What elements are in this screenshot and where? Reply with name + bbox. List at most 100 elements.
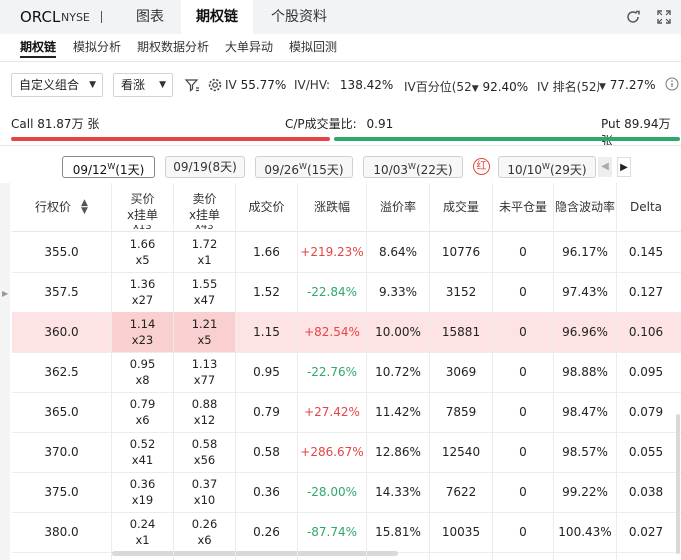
cell-ask-price: 0.37	[191, 477, 218, 491]
expiry-tab-0926[interactable]: 09/26W(15天)	[255, 156, 353, 178]
cell-ask-price: 1.55	[191, 277, 218, 291]
cell-bid[interactable]: 0.36 x19	[112, 472, 173, 512]
chevron-left-icon[interactable]: ◀	[598, 157, 612, 177]
vertical-scrollbar[interactable]	[676, 414, 680, 554]
cell-premium: 9.33%	[378, 285, 418, 299]
header-bid-label: 买价	[130, 192, 155, 206]
cell-implied-volatility: 100.43%	[558, 525, 612, 539]
iv-label: IV	[225, 78, 237, 92]
subtab-backtest[interactable]: 模拟回测	[289, 38, 337, 55]
header-premium[interactable]: 溢价率	[367, 183, 429, 231]
table-row[interactable]: 375.0 0.36 x19 0.37 x10 0.36 -28.00% 14.33% 7622…	[12, 472, 681, 513]
cell-bid-price: 0.36	[129, 477, 156, 491]
header-bid[interactable]: 买价 x挂单	[112, 183, 173, 231]
header-change[interactable]: 涨跌幅	[298, 183, 366, 231]
table-row[interactable]: 380.0 0.24 x1 0.26 x6 0.26 -87.74% 15.81% 10035 0…	[12, 512, 681, 553]
cell-ask[interactable]: 1.21 x5	[174, 312, 235, 352]
cell-ask[interactable]: 1.55 x47	[174, 272, 235, 312]
expiry-tab-0919[interactable]: 09/19(8天)	[165, 156, 245, 178]
expiry-tab-1010[interactable]: 10/10W(29天)	[498, 156, 596, 178]
direction-select-value: 看涨	[121, 78, 146, 92]
table-row[interactable]: 362.5 0.95 x8 1.13 x77 0.95 -22.76% 10.72% 3069 0…	[12, 352, 681, 393]
cell-change: +286.67%	[300, 445, 364, 459]
combo-select[interactable]: 自定义组合 ▼	[11, 73, 103, 97]
iv-percentile-stat[interactable]: IV百分位(52▼ 92.40%	[404, 78, 528, 95]
cell-ask[interactable]: 0.37 x10	[174, 472, 235, 512]
cell-strike: 355.0	[44, 245, 79, 259]
cell-bid[interactable]: 1.36 x27	[112, 272, 173, 312]
cell-ask[interactable]: 0.26 x6	[174, 512, 235, 552]
cell-delta: 0.127	[628, 285, 664, 299]
cell-bid[interactable]: 0.52 x41	[112, 432, 173, 472]
subtab-simulation[interactable]: 模拟分析	[73, 38, 121, 55]
cell-bid[interactable]: 1.66 x5	[112, 232, 173, 272]
ticker-symbol: ORCL	[20, 8, 61, 26]
table-row[interactable]: 365.0 0.79 x6 0.88 x12 0.79 +27.42% 11.42% 7859 0…	[12, 392, 681, 433]
cell-bid-price: 0.52	[129, 437, 156, 451]
cell-bid[interactable]: 1.14 x23	[112, 312, 173, 352]
column-divider	[429, 183, 430, 560]
cell-bid[interactable]: 0.24 x1	[112, 512, 173, 552]
sort-icon[interactable]: ▲ ▼	[81, 199, 88, 216]
direction-select[interactable]: 看涨 ▼	[113, 73, 173, 97]
cell-volume: 7622	[445, 485, 477, 499]
cell-bid-size: x27	[131, 293, 154, 307]
partial-bid-size: x13	[133, 225, 152, 231]
chevron-right-icon[interactable]: ▶	[617, 157, 631, 177]
put-volume-label: Put 89.94万 张	[601, 117, 671, 148]
cell-change: -28.00%	[306, 485, 358, 499]
header-delta[interactable]: Delta	[617, 183, 675, 231]
refresh-icon[interactable]	[625, 9, 641, 28]
cell-volume: 3152	[445, 285, 477, 299]
cell-bid[interactable]: 0.79 x6	[112, 392, 173, 432]
cell-delta: 0.106	[628, 325, 664, 339]
cell-bid-size: x1	[135, 533, 150, 547]
earnings-badge[interactable]: 红	[473, 158, 490, 175]
column-divider	[173, 183, 174, 560]
settings-gear-icon[interactable]	[207, 77, 223, 97]
subtab-option-chain[interactable]: 期权链	[20, 38, 56, 55]
tab-company-profile[interactable]: 个股资料	[253, 0, 345, 34]
table-row[interactable]: 357.5 1.36 x27 1.55 x47 1.52 -22.84% 9.33% 3152 0…	[12, 272, 681, 313]
cell-ask-price: 1.72	[191, 237, 218, 251]
cell-bid-size: x41	[131, 453, 154, 467]
cell-ask[interactable]: 1.13 x77	[174, 352, 235, 392]
expiry-days: (1天)	[115, 163, 145, 177]
header-volume[interactable]: 成交量	[430, 183, 492, 231]
cell-ask-price: 0.26	[191, 517, 218, 531]
iv-percentile-value: 92.40%	[482, 80, 529, 94]
filter-icon[interactable]	[184, 77, 200, 97]
cell-ask-size: x47	[193, 293, 216, 307]
expand-icon[interactable]	[656, 9, 672, 28]
cell-change: +219.23%	[300, 245, 364, 259]
header-ask[interactable]: 卖价 x挂单	[174, 183, 235, 231]
collapse-handle[interactable]: ▶	[0, 183, 10, 560]
tab-chart[interactable]: 图表	[119, 0, 181, 34]
cell-ask[interactable]: 0.88 x12	[174, 392, 235, 432]
info-icon[interactable]	[665, 77, 679, 95]
table-row[interactable]: 360.0 1.14 x23 1.21 x5 1.15 +82.54% 10.00% 15881…	[12, 312, 681, 353]
chevron-down-icon: ▼	[89, 80, 96, 90]
expiry-tab-0912[interactable]: 09/12W(1天)	[62, 156, 155, 178]
cell-ask-price: 0.58	[191, 437, 218, 451]
cell-bid[interactable]: 0.95 x8	[112, 352, 173, 392]
subtab-unusual-activity[interactable]: 大单异动	[225, 38, 273, 55]
expiry-tab-1003[interactable]: 10/03W(22天)	[363, 156, 463, 178]
table-row[interactable]: 355.0 1.66 x5 1.72 x1 1.66 +219.23% 8.64% 10776 0…	[12, 232, 681, 273]
put-volume-bar	[334, 137, 680, 141]
cell-volume: 10035	[441, 525, 481, 539]
cell-ask[interactable]: 0.58 x56	[174, 432, 235, 472]
horizontal-scrollbar[interactable]	[112, 551, 398, 556]
cell-open-interest: 0	[519, 525, 527, 539]
subtab-option-data-analysis[interactable]: 期权数据分析	[137, 38, 209, 55]
iv-rank-stat[interactable]: IV 排名(52周▼ 77.27%	[537, 78, 661, 95]
ivhv-value: 138.42%	[339, 78, 394, 92]
header-last[interactable]: 成交价	[236, 183, 297, 231]
cell-ask[interactable]: 1.72 x1	[174, 232, 235, 272]
header-strike[interactable]: 行权价 ▲ ▼	[12, 183, 111, 231]
header-implied-volatility[interactable]: 隐含波动率	[554, 183, 616, 231]
header-open-interest[interactable]: 未平仓量	[493, 183, 553, 231]
table-row[interactable]: 370.0 0.52 x41 0.58 x56 0.58 +286.67% 12.86% 125…	[12, 432, 681, 473]
tab-option-chain[interactable]: 期权链	[181, 0, 253, 34]
cell-change: +27.42%	[304, 405, 360, 419]
